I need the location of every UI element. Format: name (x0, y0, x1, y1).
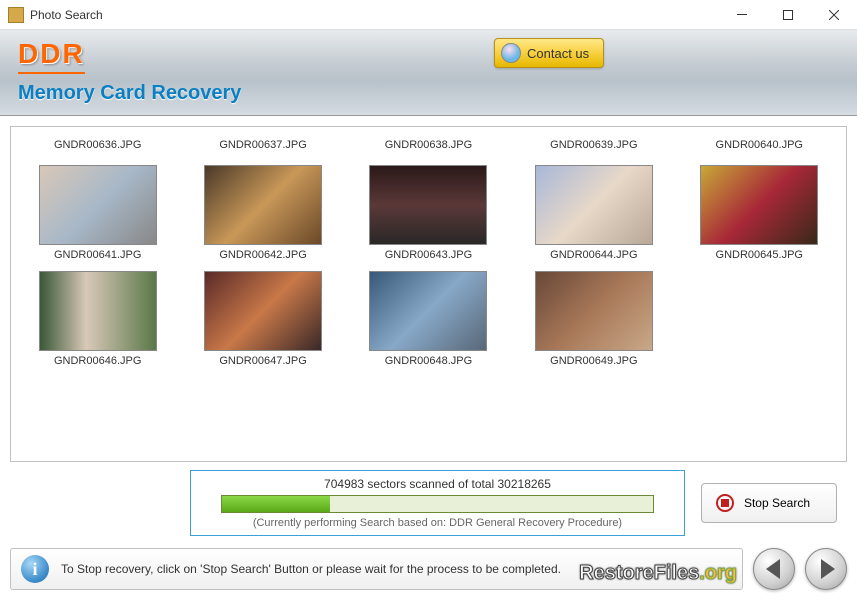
header-banner: DDR Memory Card Recovery Contact us (0, 30, 857, 116)
thumbnail-label: GNDR00646.JPG (18, 355, 178, 367)
info-text: To Stop recovery, click on 'Stop Search'… (61, 562, 561, 576)
info-icon: i (21, 555, 49, 583)
minimize-button[interactable] (719, 0, 765, 30)
thumbnail-label: GNDR00639.JPG (514, 135, 674, 155)
thumbnail-label: GNDR00648.JPG (348, 355, 508, 367)
thumbnail-item[interactable]: GNDR00648.JPG (348, 261, 508, 367)
app-icon (8, 7, 24, 23)
thumbnail-label: GNDR00647.JPG (183, 355, 343, 367)
thumbnail-item[interactable]: GNDR00642.JPG (183, 155, 343, 261)
thumbnail-label: GNDR00642.JPG (183, 249, 343, 261)
stop-icon (716, 494, 734, 512)
thumbnail-label: GNDR00641.JPG (18, 249, 178, 261)
main-content: GNDR00636.JPGGNDR00637.JPGGNDR00638.JPG G… (0, 116, 857, 546)
thumbnail-item[interactable]: GNDR00639.JPG (514, 135, 674, 155)
forward-button[interactable] (805, 548, 847, 590)
maximize-button[interactable] (765, 0, 811, 30)
thumbnail-item[interactable]: GNDR00646.JPG (18, 261, 178, 367)
thumbnail-item[interactable]: GNDR00643.JPG (348, 155, 508, 261)
person-icon (501, 43, 521, 63)
stop-label: Stop Search (744, 496, 810, 510)
contact-us-button[interactable]: Contact us (494, 38, 604, 68)
close-button[interactable] (811, 0, 857, 30)
progress-text: 704983 sectors scanned of total 30218265 (221, 477, 654, 491)
progress-bar (221, 495, 654, 513)
thumbnail-label: GNDR00640.JPG (679, 135, 839, 155)
app-subtitle: Memory Card Recovery (18, 82, 241, 105)
thumbnail-label: GNDR00649.JPG (514, 355, 674, 367)
thumbnail-panel[interactable]: GNDR00636.JPGGNDR00637.JPGGNDR00638.JPG G… (10, 126, 847, 462)
thumbnail-image (204, 165, 322, 245)
window-title: Photo Search (30, 8, 719, 22)
progress-fill (222, 496, 330, 512)
arrow-left-icon (766, 559, 780, 579)
thumbnail-item[interactable]: GNDR00649.JPG (514, 261, 674, 367)
thumbnail-label: GNDR00636.JPG (18, 135, 178, 155)
thumbnail-label: GNDR00644.JPG (514, 249, 674, 261)
arrow-right-icon (821, 559, 835, 579)
info-bar: i To Stop recovery, click on 'Stop Searc… (10, 548, 743, 590)
thumbnail-item[interactable]: GNDR00645.JPG (679, 155, 839, 261)
thumbnail-image (39, 165, 157, 245)
thumbnail-image (369, 165, 487, 245)
thumbnail-item[interactable]: GNDR00636.JPG (18, 135, 178, 155)
progress-box: 704983 sectors scanned of total 30218265… (190, 470, 685, 536)
thumbnail-item[interactable]: GNDR00647.JPG (183, 261, 343, 367)
progress-subtext: (Currently performing Search based on: D… (221, 517, 654, 529)
thumbnail-item[interactable]: GNDR00638.JPG (348, 135, 508, 155)
thumbnail-item[interactable]: GNDR00641.JPG (18, 155, 178, 261)
thumbnail-image (369, 271, 487, 351)
thumbnail-label: GNDR00645.JPG (679, 249, 839, 261)
titlebar: Photo Search (0, 0, 857, 30)
thumbnail-item[interactable]: GNDR00640.JPG (679, 135, 839, 155)
thumbnail-image (700, 165, 818, 245)
stop-search-button[interactable]: Stop Search (701, 483, 837, 523)
footer: i To Stop recovery, click on 'Stop Searc… (10, 547, 847, 591)
progress-area: 704983 sectors scanned of total 30218265… (10, 470, 847, 536)
back-button[interactable] (753, 548, 795, 590)
thumbnail-image (535, 271, 653, 351)
thumbnail-item[interactable]: GNDR00637.JPG (183, 135, 343, 155)
thumbnail-label: GNDR00637.JPG (183, 135, 343, 155)
thumbnail-label: GNDR00638.JPG (348, 135, 508, 155)
thumbnail-label: GNDR00643.JPG (348, 249, 508, 261)
thumbnail-image (39, 271, 157, 351)
thumbnail-image (535, 165, 653, 245)
thumbnail-item[interactable]: GNDR00644.JPG (514, 155, 674, 261)
thumbnail-image (204, 271, 322, 351)
contact-label: Contact us (527, 46, 589, 61)
brand-logo: DDR (18, 38, 85, 74)
